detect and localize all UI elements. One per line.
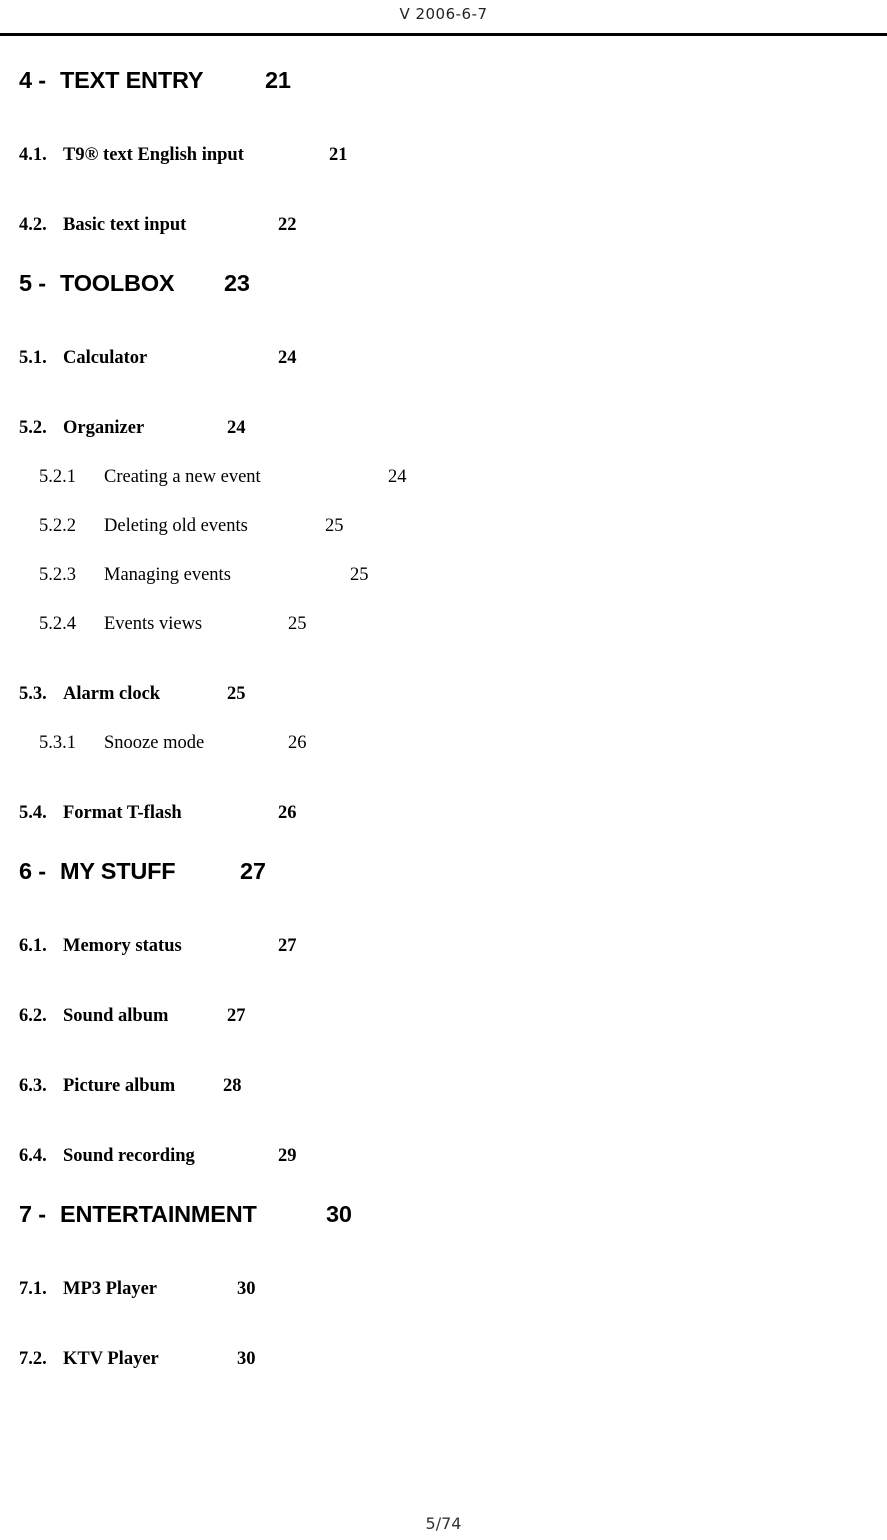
toc-entry-page-number: 26: [288, 733, 307, 753]
toc-entry[interactable]: 5.2.1 Creating a new event 24: [0, 464, 887, 490]
toc-entry-number: 5.2.3: [39, 565, 76, 585]
toc-entry[interactable]: 6.4. Sound recording 29: [0, 1143, 887, 1169]
toc-entry[interactable]: 5.3.1 Snooze mode 26: [0, 730, 887, 756]
toc-entry-number: 5.1.: [19, 348, 47, 368]
toc-entry-number: 5.2.: [19, 418, 47, 438]
toc-entry[interactable]: 5 - TOOLBOX 23: [0, 265, 887, 301]
toc-entry[interactable]: 7 - ENTERTAINMENT 30: [0, 1196, 887, 1232]
toc-entry-number: 4.2.: [19, 215, 47, 235]
toc-entry-title: Deleting old events: [104, 516, 248, 536]
toc-entry-page-number: 29: [278, 1146, 297, 1166]
toc-entry-page-number: 24: [227, 418, 246, 438]
toc-entry-page-number: 30: [237, 1279, 256, 1299]
page-header: V 2006-6-7: [0, 0, 887, 34]
toc-entry-title: Snooze mode: [104, 733, 205, 753]
toc-entry-page-number: 28: [223, 1076, 242, 1096]
toc-entry-title: Events views: [104, 614, 203, 634]
toc-entry-title: Sound recording: [63, 1146, 195, 1166]
toc-entry-title: Sound album: [63, 1006, 169, 1026]
toc-entry-title: Alarm clock: [63, 684, 161, 704]
toc-entry-number: 6.3.: [19, 1076, 47, 1096]
toc-entry-title: ENTERTAINMENT: [60, 1201, 257, 1227]
page-footer: 5/74: [0, 1514, 887, 1534]
toc-entry-page-number: 21: [265, 67, 291, 93]
toc-entry[interactable]: 5.2. Organizer 24: [0, 415, 887, 441]
toc-entry-page-number: 24: [388, 467, 407, 487]
toc-entry[interactable]: 6 - MY STUFF 27: [0, 853, 887, 889]
toc-entry-page-number: 24: [278, 348, 297, 368]
toc-entry-title: TOOLBOX: [60, 270, 175, 296]
toc-entry-number: 5.3.: [19, 684, 47, 704]
toc-entry-title: TEXT ENTRY: [60, 67, 204, 93]
toc-entry-title: Format T-flash: [63, 803, 182, 823]
toc-entry-number: 5.4.: [19, 803, 47, 823]
toc-entry-page-number: 23: [224, 270, 250, 296]
toc-entry-page-number: 27: [278, 936, 297, 956]
toc-entry-title: MY STUFF: [60, 858, 176, 884]
toc-entry-title: Managing events: [104, 565, 231, 585]
toc-entry-page-number: 30: [326, 1201, 352, 1227]
toc-entry[interactable]: 6.1. Memory status 27: [0, 933, 887, 959]
toc-entry[interactable]: 7.1. MP3 Player 30: [0, 1276, 887, 1302]
toc-entry[interactable]: 5.4. Format T-flash 26: [0, 800, 887, 826]
toc-entry[interactable]: 7.2. KTV Player 30: [0, 1346, 887, 1372]
document-version-label: V 2006-6-7: [399, 5, 488, 23]
toc-entry[interactable]: 5.3. Alarm clock 25: [0, 681, 887, 707]
toc-entry[interactable]: 6.3. Picture album 28: [0, 1073, 887, 1099]
toc-entry-title: Creating a new event: [104, 467, 261, 487]
toc-entry-page-number: 27: [240, 858, 266, 884]
toc-entry[interactable]: 4.2. Basic text input 22: [0, 212, 887, 238]
toc-entry-title: Calculator: [63, 348, 148, 368]
page-number-indicator: 5/74: [425, 1514, 462, 1533]
toc-entry-title: T9® text English input: [63, 145, 244, 165]
toc-entry-title: KTV Player: [63, 1349, 159, 1369]
toc-entry-number: 6 -: [19, 858, 46, 884]
toc-entry-number: 5.2.1: [39, 467, 76, 487]
toc-entry[interactable]: 5.2.3 Managing events 25: [0, 562, 887, 588]
toc-entry-page-number: 25: [227, 684, 246, 704]
toc-entry-page-number: 30: [237, 1349, 256, 1369]
toc-entry-page-number: 27: [227, 1006, 246, 1026]
toc-entry[interactable]: 4 - TEXT ENTRY 21: [0, 62, 887, 98]
toc-entry-number: 5 -: [19, 270, 46, 296]
toc-entry-number: 5.2.4: [39, 614, 76, 634]
toc-entry-title: Organizer: [63, 418, 145, 438]
toc-entry-page-number: 25: [350, 565, 369, 585]
toc-entry-page-number: 25: [325, 516, 344, 536]
toc-entry-number: 7 -: [19, 1201, 46, 1227]
toc-entry[interactable]: 5.1. Calculator 24: [0, 345, 887, 371]
toc-entry-number: 6.4.: [19, 1146, 47, 1166]
toc-entry-page-number: 25: [288, 614, 307, 634]
toc-entry-title: Picture album: [63, 1076, 176, 1096]
toc-entry-number: 4.1.: [19, 145, 47, 165]
toc-entry-page-number: 26: [278, 803, 297, 823]
toc-entry-number: 6.1.: [19, 936, 47, 956]
toc-entry-number: 6.2.: [19, 1006, 47, 1026]
toc-entry[interactable]: 5.2.2 Deleting old events 25: [0, 513, 887, 539]
toc-entry-number: 5.3.1: [39, 733, 76, 753]
toc-entry-page-number: 21: [329, 145, 348, 165]
table-of-contents: 4 - TEXT ENTRY 21 4.1. T9® text English inpu…: [0, 36, 887, 1372]
toc-entry-title: MP3 Player: [63, 1279, 157, 1299]
toc-entry-number: 4 -: [19, 67, 46, 93]
toc-entry-number: 7.1.: [19, 1279, 47, 1299]
toc-entry-title: Basic text input: [63, 215, 187, 235]
toc-entry[interactable]: 4.1. T9® text English input 21: [0, 142, 887, 168]
toc-entry-number: 7.2.: [19, 1349, 47, 1369]
toc-entry-number: 5.2.2: [39, 516, 76, 536]
toc-entry-title: Memory status: [63, 936, 182, 956]
toc-entry-page-number: 22: [278, 215, 297, 235]
toc-entry[interactable]: 5.2.4 Events views 25: [0, 611, 887, 637]
toc-entry[interactable]: 6.2. Sound album 27: [0, 1003, 887, 1029]
